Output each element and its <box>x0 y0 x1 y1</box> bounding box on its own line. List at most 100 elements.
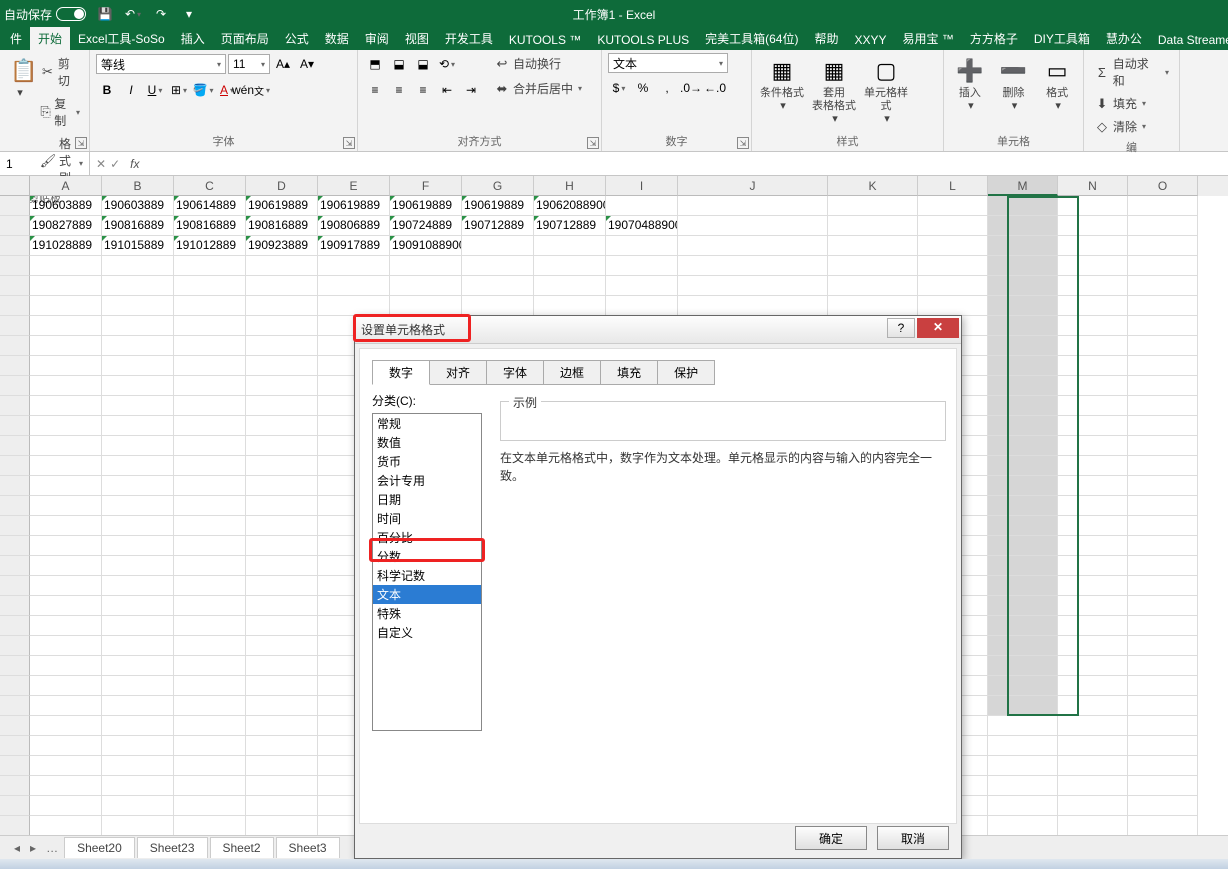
cell[interactable] <box>102 356 174 376</box>
cell[interactable] <box>174 276 246 296</box>
cell[interactable] <box>1128 456 1198 476</box>
cell[interactable] <box>1128 336 1198 356</box>
cell[interactable] <box>246 556 318 576</box>
cell[interactable] <box>30 516 102 536</box>
row-header[interactable] <box>0 696 30 716</box>
cell[interactable] <box>1128 256 1198 276</box>
cell[interactable] <box>828 256 918 276</box>
orientation-icon[interactable]: ⟲▾ <box>436 53 458 75</box>
cell[interactable] <box>1058 416 1128 436</box>
cell[interactable] <box>30 336 102 356</box>
cell[interactable] <box>988 616 1058 636</box>
cell[interactable]: 190619889 <box>390 196 462 216</box>
dialog-title-bar[interactable]: 设置单元格格式 ? ✕ <box>355 316 961 344</box>
cell[interactable] <box>988 536 1058 556</box>
tab-18[interactable]: 慧办公 <box>1098 27 1150 50</box>
category-item[interactable]: 特殊 <box>373 604 481 623</box>
cell[interactable] <box>102 256 174 276</box>
cell[interactable] <box>102 276 174 296</box>
cell[interactable] <box>174 496 246 516</box>
tab-11[interactable]: KUTOOLS PLUS <box>589 30 697 50</box>
cell[interactable] <box>1058 216 1128 236</box>
cell[interactable] <box>462 276 534 296</box>
increase-decimal-icon[interactable]: .0→ <box>680 77 702 99</box>
cell[interactable]: 1906208890013 <box>534 196 606 216</box>
insert-button[interactable]: ➕插入▾ <box>950 53 990 115</box>
cell[interactable] <box>1058 696 1128 716</box>
fill-button[interactable]: ⬇填充▾ <box>1090 93 1150 114</box>
tab-5[interactable]: 公式 <box>277 27 317 50</box>
cell[interactable] <box>174 376 246 396</box>
row-header[interactable] <box>0 796 30 816</box>
sheet-tab[interactable]: Sheet20 <box>64 837 135 858</box>
cell[interactable] <box>1128 516 1198 536</box>
dialog-tab[interactable]: 边框 <box>543 360 601 385</box>
cell[interactable]: 190712889 <box>462 216 534 236</box>
category-item[interactable]: 文本 <box>373 585 481 604</box>
cell[interactable]: 1909108890013 <box>390 236 462 256</box>
cell[interactable] <box>30 616 102 636</box>
font-size-select[interactable]: 11▾ <box>228 54 270 74</box>
cell[interactable] <box>174 716 246 736</box>
cell[interactable] <box>246 336 318 356</box>
cell[interactable] <box>988 676 1058 696</box>
align-left-icon[interactable]: ≡ <box>364 79 386 101</box>
row-header[interactable] <box>0 336 30 356</box>
cell[interactable] <box>988 416 1058 436</box>
cell[interactable] <box>1058 196 1128 216</box>
cell[interactable] <box>988 656 1058 676</box>
col-header-F[interactable]: F <box>390 176 462 196</box>
cell[interactable] <box>390 276 462 296</box>
cell[interactable] <box>1058 516 1128 536</box>
cell[interactable] <box>318 296 390 316</box>
cell[interactable] <box>246 756 318 776</box>
cell[interactable] <box>1058 396 1128 416</box>
increase-indent-icon[interactable]: ⇥ <box>460 79 482 101</box>
cell[interactable] <box>318 276 390 296</box>
cell[interactable] <box>606 276 678 296</box>
cell[interactable] <box>174 516 246 536</box>
cell[interactable]: 190816889 <box>174 216 246 236</box>
cell[interactable] <box>246 396 318 416</box>
cell[interactable] <box>918 296 988 316</box>
cell[interactable] <box>534 256 606 276</box>
cell[interactable] <box>102 716 174 736</box>
align-middle-icon[interactable]: ⬓ <box>388 53 410 75</box>
cell[interactable] <box>606 296 678 316</box>
tab-13[interactable]: 帮助 <box>806 27 846 50</box>
cell[interactable] <box>918 216 988 236</box>
cell[interactable] <box>1058 636 1128 656</box>
tab-10[interactable]: KUTOOLS ™ <box>501 30 589 50</box>
toggle-switch[interactable] <box>56 7 86 21</box>
cell[interactable] <box>1128 436 1198 456</box>
category-item[interactable]: 时间 <box>373 509 481 528</box>
tab-16[interactable]: 方方格子 <box>962 27 1026 50</box>
row-header[interactable] <box>0 376 30 396</box>
cell[interactable] <box>988 336 1058 356</box>
cell[interactable] <box>988 236 1058 256</box>
dialog-tab[interactable]: 填充 <box>600 360 658 385</box>
sheet-tab[interactable]: Sheet23 <box>137 837 208 858</box>
cell[interactable]: 190619889 <box>318 196 390 216</box>
cell[interactable]: 1907048890029 <box>606 216 678 236</box>
cell[interactable] <box>30 536 102 556</box>
cell[interactable]: 191015889 <box>102 236 174 256</box>
row-header[interactable] <box>0 636 30 656</box>
cell[interactable] <box>102 436 174 456</box>
fill-color-button[interactable]: 🪣▾ <box>192 79 214 101</box>
cell[interactable] <box>30 436 102 456</box>
cell[interactable] <box>246 316 318 336</box>
tab-3[interactable]: 插入 <box>173 27 213 50</box>
cell[interactable] <box>534 236 606 256</box>
row-header[interactable] <box>0 276 30 296</box>
cell[interactable] <box>988 216 1058 236</box>
cell[interactable] <box>918 236 988 256</box>
row-header[interactable] <box>0 356 30 376</box>
cell[interactable] <box>30 716 102 736</box>
cell[interactable] <box>174 556 246 576</box>
cell[interactable] <box>174 476 246 496</box>
row-header[interactable] <box>0 436 30 456</box>
cell[interactable] <box>534 276 606 296</box>
cell[interactable] <box>606 256 678 276</box>
comma-icon[interactable]: , <box>656 77 678 99</box>
